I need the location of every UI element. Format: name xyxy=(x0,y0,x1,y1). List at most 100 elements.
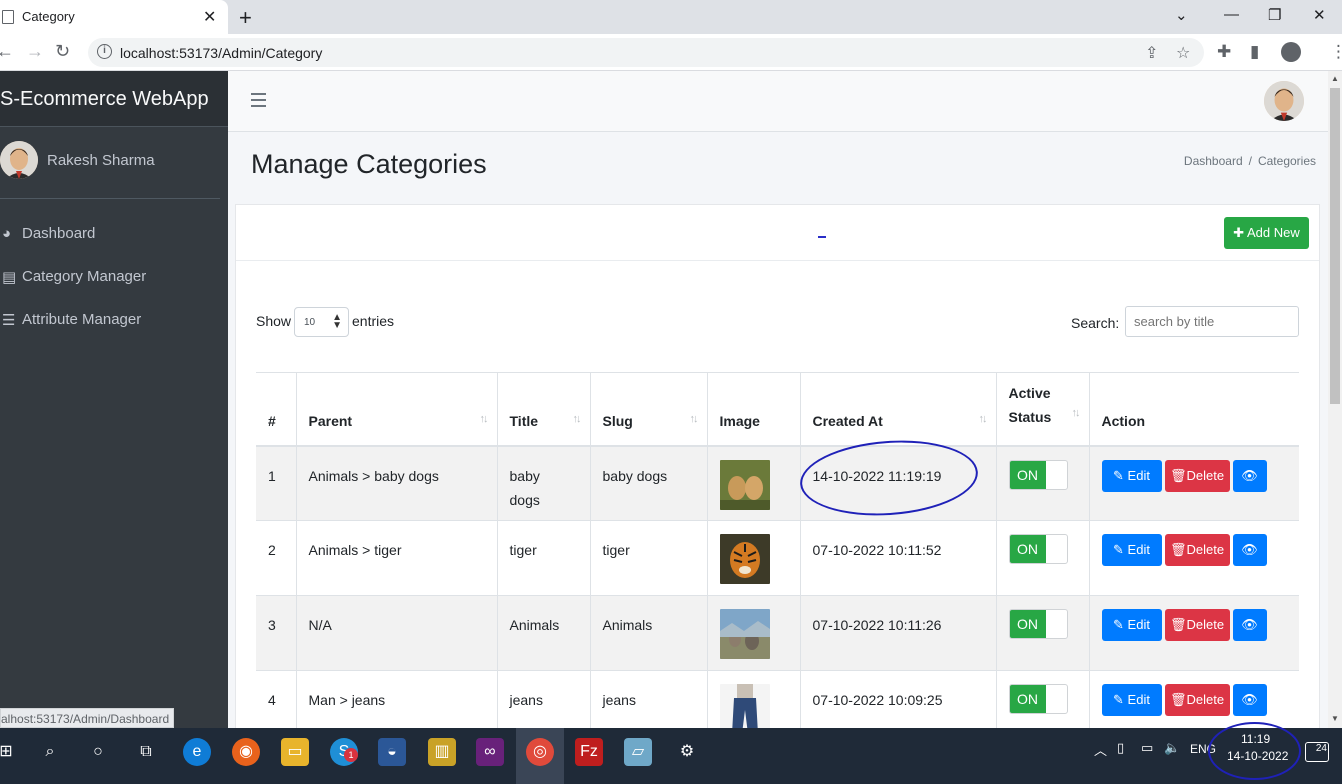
url-text: localhost:53173/Admin/Category xyxy=(120,45,323,61)
edit-button[interactable]: ✎ Edit xyxy=(1101,534,1162,566)
restore-icon[interactable]: ❐ xyxy=(1268,6,1281,24)
close-tab-icon[interactable]: ✕ xyxy=(203,7,216,27)
edit-button[interactable]: ✎ Edit xyxy=(1101,609,1162,641)
toggle-label: ON xyxy=(1009,460,1046,489)
col-header-title[interactable]: Title ↑↓ xyxy=(496,372,590,447)
status-toggle[interactable]: ON xyxy=(1008,684,1068,714)
header-avatar[interactable] xyxy=(1264,81,1304,121)
trash-icon: 🗑 xyxy=(1169,617,1187,632)
battery-icon[interactable]: ▯ xyxy=(1117,740,1124,756)
delete-button[interactable]: 🗑Delete xyxy=(1164,459,1230,492)
view-button[interactable]: 👁 xyxy=(1232,684,1267,716)
filezilla-icon[interactable]: Fz xyxy=(575,738,603,766)
firefox-icon[interactable]: ◉ xyxy=(232,738,260,766)
windows-start-icon[interactable]: ⊞ xyxy=(0,738,20,766)
file-explorer-icon[interactable]: ▭ xyxy=(281,738,309,766)
cell-slug: baby dogs xyxy=(589,445,707,521)
delete-button[interactable]: 🗑Delete xyxy=(1164,534,1230,566)
bookmark-star-icon[interactable]: ☆ xyxy=(1176,43,1190,63)
settings-gear-icon[interactable]: ⚙ xyxy=(673,738,701,766)
categories-card: ✚ Add New Show 10 ▲▼ entries Search: # P… xyxy=(235,204,1320,746)
cell-status: ON xyxy=(995,595,1089,671)
new-tab-icon[interactable]: + xyxy=(239,5,252,31)
brand-link[interactable]: S-Ecommerce WebApp xyxy=(0,71,228,127)
info-icon[interactable]: i xyxy=(97,44,112,59)
top-navbar xyxy=(228,71,1328,132)
col-header-parent[interactable]: Parent ↑↓ xyxy=(295,372,497,447)
status-toggle[interactable]: ON xyxy=(1008,534,1068,564)
minimize-icon[interactable]: — xyxy=(1224,6,1239,23)
browser-tab[interactable]: Category ✕ xyxy=(0,0,228,34)
menu-kebab-icon[interactable]: ⋮ xyxy=(1330,42,1342,62)
col-header-status[interactable]: Active Status ↑↓ xyxy=(995,372,1089,447)
scroll-down-icon[interactable]: ▼ xyxy=(1331,714,1339,723)
add-new-button[interactable]: ✚ Add New xyxy=(1224,217,1309,249)
address-bar[interactable]: i localhost:53173/Admin/Category ⇪ ☆ xyxy=(88,38,1204,67)
search-icon[interactable]: ⌕ xyxy=(36,738,64,766)
notification-center-icon[interactable]: 24 xyxy=(1305,742,1329,762)
view-button[interactable]: 👁 xyxy=(1232,609,1267,641)
profile-icon[interactable] xyxy=(1281,42,1301,62)
reload-icon[interactable]: ↻ xyxy=(55,41,70,62)
back-icon[interactable]: ← xyxy=(0,41,14,62)
col-header-created[interactable]: Created At ↑↓ xyxy=(799,372,996,447)
cell-created: 07-10-2022 10:11:26 xyxy=(799,595,996,671)
page-icon xyxy=(2,10,14,24)
breadcrumb-dashboard[interactable]: Dashboard xyxy=(1184,154,1243,168)
add-new-label: Add New xyxy=(1247,225,1300,240)
eye-icon: 👁 xyxy=(1241,617,1258,632)
edit-label: Edit xyxy=(1127,542,1150,557)
user-panel[interactable]: Rakesh Sharma xyxy=(0,127,220,199)
sidebar-item-category-manager[interactable]: ▤ Category Manager xyxy=(0,258,228,296)
category-thumbnail[interactable] xyxy=(719,459,770,510)
edge-icon[interactable]: e xyxy=(183,738,211,766)
status-toggle[interactable]: ON xyxy=(1008,609,1068,639)
entries-select[interactable]: 10 ▲ ▼ xyxy=(294,307,349,337)
visual-studio-icon[interactable]: ∞ xyxy=(476,738,504,766)
view-button[interactable]: 👁 xyxy=(1232,534,1267,566)
status-toggle[interactable]: ON xyxy=(1008,459,1068,490)
forward-icon[interactable]: → xyxy=(26,41,44,62)
trash-icon: 🗑 xyxy=(1169,467,1187,483)
edit-button[interactable]: ✎ Edit xyxy=(1101,459,1162,492)
edit-icon: ✎ xyxy=(1113,467,1128,483)
edit-button[interactable]: ✎ Edit xyxy=(1101,684,1162,716)
card-header: ✚ Add New xyxy=(236,205,1319,261)
network-icon[interactable]: ▭ xyxy=(1141,740,1153,756)
task-view-icon[interactable]: ⧉ xyxy=(132,738,160,766)
sidebar-item-dashboard[interactable]: ◕ Dashboard xyxy=(0,215,228,253)
search-input[interactable] xyxy=(1125,306,1299,337)
skype-badge: 1 xyxy=(344,748,358,762)
view-button[interactable]: 👁 xyxy=(1232,459,1267,492)
extensions-icon[interactable]: ✚ xyxy=(1217,42,1231,62)
chrome-icon[interactable]: ◎ xyxy=(526,738,554,766)
tray-expand-icon[interactable]: ︿ xyxy=(1094,740,1107,759)
cell-num: 3 xyxy=(256,595,296,671)
winrar-icon[interactable]: ▥ xyxy=(428,738,456,766)
scroll-thumb[interactable] xyxy=(1330,88,1340,404)
tab-search-icon[interactable]: ⌄ xyxy=(1175,6,1188,24)
category-thumbnail[interactable] xyxy=(719,609,770,659)
category-thumbnail[interactable] xyxy=(719,684,770,734)
side-panel-icon[interactable]: ▮ xyxy=(1250,42,1259,62)
share-icon[interactable]: ⇪ xyxy=(1145,43,1158,63)
cell-parent: N/A xyxy=(295,595,497,671)
cell-title: Animals xyxy=(496,595,590,671)
category-thumbnail[interactable] xyxy=(719,534,770,584)
delete-button[interactable]: 🗑Delete xyxy=(1164,609,1230,641)
cortana-icon[interactable]: ○ xyxy=(84,738,112,766)
header-label: Parent xyxy=(308,412,353,429)
window-close-icon[interactable]: ✕ xyxy=(1313,6,1326,24)
show-label: Show xyxy=(256,313,292,329)
scroll-up-icon[interactable]: ▲ xyxy=(1331,74,1339,83)
col-header-num[interactable]: # xyxy=(256,372,296,447)
header-label: Image xyxy=(719,412,760,429)
col-header-slug[interactable]: Slug ↑↓ xyxy=(589,372,707,447)
page-scrollbar[interactable]: ▲ ▼ xyxy=(1328,71,1342,728)
sidebar-item-attribute-manager[interactable]: ☰ Attribute Manager xyxy=(0,301,228,339)
hamburger-menu-icon[interactable] xyxy=(251,93,266,107)
sql-server-icon[interactable]: ◒ xyxy=(378,738,406,766)
delete-button[interactable]: 🗑Delete xyxy=(1164,684,1230,716)
notepad-icon[interactable]: ▱ xyxy=(624,738,652,766)
volume-icon[interactable]: 🔈 xyxy=(1164,740,1180,756)
